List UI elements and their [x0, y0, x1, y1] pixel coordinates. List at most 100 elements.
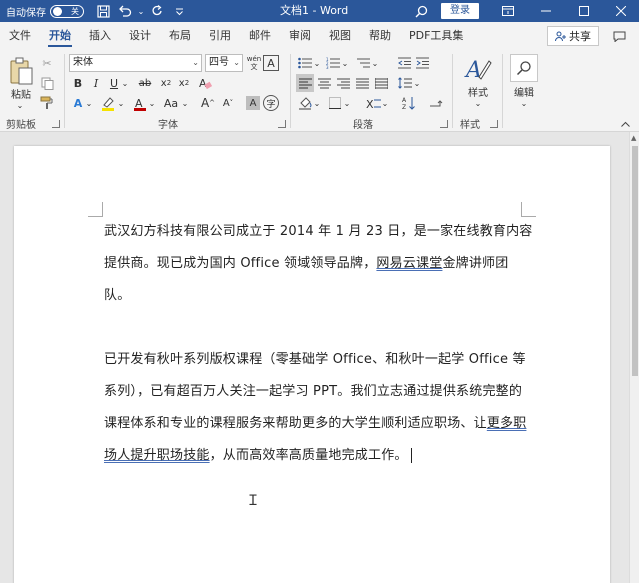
tab-home[interactable]: 开始 — [40, 22, 80, 50]
underline-dropdown-icon[interactable]: ⌄ — [121, 74, 129, 92]
document-area: 武汉幻方科技有限公司成立于 2014 年 1 月 23 日，是一家在线教育内容提… — [0, 132, 629, 583]
multilevel-list-icon[interactable] — [354, 54, 372, 72]
document-title: 文档1 - Word — [280, 4, 349, 17]
paste-icon[interactable] — [6, 54, 36, 90]
shrink-font-icon[interactable]: A ˅ — [219, 94, 237, 112]
close-icon[interactable] — [605, 0, 637, 22]
tab-insert[interactable]: 插入 — [80, 22, 120, 50]
align-left-icon[interactable] — [296, 74, 314, 92]
text-effects-icon[interactable]: A — [70, 94, 86, 112]
editing-search-icon[interactable] — [510, 54, 538, 82]
maximize-icon[interactable] — [568, 0, 600, 22]
paragraph-launcher-icon[interactable] — [440, 120, 448, 128]
save-icon[interactable] — [92, 0, 114, 22]
decrease-indent-icon[interactable] — [396, 54, 412, 72]
sign-in-button[interactable]: 登录 — [441, 3, 479, 19]
autosave-toggle[interactable]: 关 — [50, 4, 84, 18]
styles-launcher-icon[interactable] — [490, 120, 498, 128]
text-effects-dropdown-icon[interactable]: ⌄ — [85, 94, 93, 112]
font-color-dropdown-icon[interactable]: ⌄ — [148, 94, 156, 112]
show-formatting-marks-icon[interactable] — [427, 94, 445, 112]
customize-toolbar-icon[interactable] — [168, 0, 190, 22]
undo-dropdown-icon[interactable]: ⌄ — [136, 0, 146, 22]
clipboard-launcher-icon[interactable] — [52, 120, 60, 128]
font-launcher-icon[interactable] — [278, 120, 286, 128]
numbering-icon[interactable]: 123 — [324, 54, 342, 72]
paragraph-2: 已开发有秋叶系列版权课程（零基础学 Office、和秋叶一起学 Office 等… — [104, 344, 534, 472]
change-case-icon[interactable]: Aa — [160, 94, 182, 112]
numbering-dropdown-icon[interactable]: ⌄ — [341, 54, 349, 72]
asian-layout-dropdown-icon[interactable]: ⌄ — [381, 94, 389, 112]
undo-icon[interactable] — [114, 0, 136, 22]
subscript-icon[interactable]: x2 — [158, 74, 174, 92]
justify-icon[interactable] — [353, 74, 371, 92]
line-spacing-dropdown-icon[interactable]: ⌄ — [413, 74, 421, 92]
editing-label: 编辑 — [514, 88, 534, 99]
text-cursor — [410, 448, 412, 463]
multilevel-list-dropdown-icon[interactable]: ⌄ — [371, 54, 379, 72]
tab-view[interactable]: 视图 — [320, 22, 360, 50]
bullets-icon[interactable] — [296, 54, 314, 72]
tab-file[interactable]: 文件 — [0, 22, 40, 50]
line-spacing-icon[interactable] — [396, 74, 414, 92]
scrollbar-thumb[interactable] — [632, 146, 638, 376]
ribbon-display-options-icon[interactable] — [492, 0, 524, 22]
increase-indent-icon[interactable] — [414, 54, 430, 72]
enclose-characters-icon[interactable]: 字 — [263, 95, 279, 111]
copy-icon[interactable] — [38, 74, 56, 92]
bullets-dropdown-icon[interactable]: ⌄ — [313, 54, 321, 72]
bold-icon[interactable]: B — [70, 74, 86, 92]
vertical-scrollbar[interactable]: ▲ — [629, 132, 639, 583]
underline-icon[interactable]: U — [106, 74, 122, 92]
grow-font-icon[interactable]: A ^ — [199, 94, 217, 112]
distributed-icon[interactable] — [372, 74, 390, 92]
svg-text:A: A — [464, 58, 482, 83]
format-painter-icon[interactable] — [38, 94, 56, 112]
cut-icon[interactable]: ✂ — [38, 54, 56, 72]
asian-layout-icon[interactable]: X — [364, 94, 382, 112]
change-case-dropdown-icon[interactable]: ⌄ — [181, 94, 189, 112]
tab-references[interactable]: 引用 — [200, 22, 240, 50]
tab-layout[interactable]: 布局 — [160, 22, 200, 50]
align-right-icon[interactable] — [334, 74, 352, 92]
tab-review[interactable]: 审阅 — [280, 22, 320, 50]
phonetic-guide-icon[interactable]: wén 文 — [246, 54, 262, 72]
character-shading-icon[interactable]: A — [246, 96, 260, 110]
search-icon[interactable] — [410, 0, 432, 22]
styles-icon[interactable]: A — [462, 54, 494, 84]
tab-mailings[interactable]: 邮件 — [240, 22, 280, 50]
align-center-icon[interactable] — [315, 74, 333, 92]
highlight-color-icon[interactable] — [99, 94, 117, 112]
share-button[interactable]: 共享 — [547, 26, 599, 46]
italic-icon[interactable]: I — [88, 74, 104, 92]
chevron-down-icon: ⌄ — [192, 58, 199, 67]
highlight-dropdown-icon[interactable]: ⌄ — [117, 94, 125, 112]
document-page[interactable]: 武汉幻方科技有限公司成立于 2014 年 1 月 23 日，是一家在线教育内容提… — [14, 146, 610, 583]
borders-icon[interactable] — [326, 94, 344, 112]
tab-design[interactable]: 设计 — [120, 22, 160, 50]
minimize-icon[interactable] — [530, 0, 562, 22]
group-divider — [290, 54, 291, 128]
font-color-icon[interactable]: A — [131, 94, 149, 112]
font-name-select[interactable]: 宋体 ⌄ — [69, 54, 202, 72]
tab-help[interactable]: 帮助 — [360, 22, 400, 50]
scroll-up-icon[interactable]: ▲ — [631, 134, 636, 142]
paste-dropdown-icon[interactable]: ⌄ — [10, 100, 30, 110]
styles-dropdown-icon[interactable]: ⌄ — [470, 98, 486, 108]
comments-icon[interactable] — [607, 26, 631, 46]
character-border-icon[interactable]: A — [263, 55, 279, 71]
borders-dropdown-icon[interactable]: ⌄ — [343, 94, 351, 112]
tab-pdf-tools[interactable]: PDF工具集 — [400, 22, 472, 50]
shading-icon[interactable] — [296, 94, 314, 112]
svg-text:Z: Z — [402, 104, 406, 110]
superscript-icon[interactable]: x2 — [176, 74, 192, 92]
strikethrough-icon[interactable]: ab — [134, 74, 156, 92]
shading-dropdown-icon[interactable]: ⌄ — [313, 94, 321, 112]
font-size-select[interactable]: 四号 ⌄ — [205, 54, 243, 72]
sort-icon[interactable]: AZ — [400, 94, 418, 112]
editing-dropdown-icon[interactable]: ⌄ — [516, 98, 532, 108]
shrink-font-label: A — [222, 97, 230, 109]
clear-formatting-icon[interactable]: A — [196, 74, 214, 92]
collapse-ribbon-icon[interactable] — [618, 118, 632, 130]
redo-icon[interactable] — [146, 0, 168, 22]
